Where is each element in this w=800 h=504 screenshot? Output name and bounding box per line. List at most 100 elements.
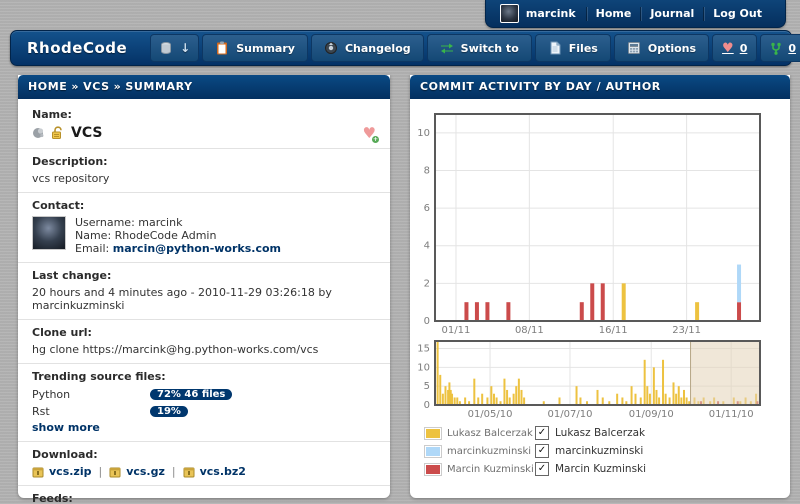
changelog-icon: [324, 41, 338, 55]
trending-label: Trending source files:: [32, 370, 376, 383]
name-section: Name: VCS ♥ +: [18, 99, 390, 149]
legend-row: marcinkuzminski ✓ marcinkuzminski: [424, 443, 646, 459]
description-text: vcs repository: [32, 172, 376, 185]
breadcrumb-separator: »: [110, 80, 126, 93]
activity-title: COMMIT ACTIVITY BY DAY / AUTHOR: [410, 75, 790, 99]
contact-email-link[interactable]: marcin@python-works.com: [113, 242, 281, 255]
home-link[interactable]: Home: [587, 7, 641, 20]
followers-counter[interactable]: ♥ 0: [712, 34, 757, 62]
breadcrumb-separator: »: [67, 80, 83, 93]
breadcrumb-repo[interactable]: VCS: [83, 80, 110, 93]
nav-options[interactable]: Options: [614, 34, 709, 62]
trending-row: Rst 19%: [32, 404, 376, 418]
nav-changelog-label: Changelog: [345, 42, 411, 55]
download-zip-link[interactable]: vcs.zip: [49, 465, 91, 478]
heart-icon: ♥: [722, 42, 734, 55]
legend-checkbox[interactable]: ✓: [535, 426, 549, 440]
legend-series-name: Marcin Kuzminski: [447, 464, 535, 475]
archive-icon: [109, 466, 121, 478]
last-change-text: 20 hours and 4 minutes ago - 2010-11-29 …: [32, 286, 376, 312]
trending-bar: 19%: [150, 406, 188, 417]
legend-checkbox-label: Lukasz Balcerzak: [555, 427, 645, 439]
forks-counter[interactable]: 0: [760, 34, 800, 62]
forks-count: 0: [788, 42, 796, 55]
follow-toggle[interactable]: ♥ +: [363, 126, 376, 141]
svg-text:01/05/10: 01/05/10: [468, 409, 513, 420]
logout-link[interactable]: Log Out: [704, 7, 771, 20]
description-section: Description: vcs repository: [18, 149, 390, 193]
contact-section: Contact: Username: marcink Name: RhodeCo…: [18, 193, 390, 263]
clone-url-label: Clone url:: [32, 326, 376, 339]
svg-text:08/11: 08/11: [515, 325, 544, 336]
repo-name: VCS: [71, 125, 102, 141]
download-bz2-link[interactable]: vcs.bz2: [200, 465, 246, 478]
breadcrumb-page[interactable]: SUMMARY: [125, 80, 192, 93]
nav-options-label: Options: [648, 42, 696, 55]
svg-text:01/11: 01/11: [442, 325, 471, 336]
svg-text:23/11: 23/11: [672, 325, 701, 336]
main-navbar: RhodeCode ↓ Summary Changelog: [10, 30, 792, 66]
contact-username: Username: marcink: [75, 216, 281, 229]
svg-text:16/11: 16/11: [599, 325, 628, 336]
summary-panel: HOME»VCS»SUMMARY Name: VCS ♥ + Descripti…: [18, 75, 390, 498]
feeds-section: Feeds: RSS Atom: [18, 486, 390, 504]
user-menu: marcink Home Journal Log Out: [485, 0, 786, 28]
nav-changelog[interactable]: Changelog: [311, 34, 424, 62]
username: marcink: [519, 7, 586, 20]
feeds-label: Feeds:: [32, 492, 376, 504]
svg-text:2: 2: [424, 278, 430, 289]
contact-label: Contact:: [32, 199, 376, 212]
fork-icon: [770, 42, 782, 55]
svg-text:0: 0: [424, 400, 430, 411]
trending-lang: Rst: [32, 405, 150, 418]
archive-icon: [32, 466, 44, 478]
legend-swatch-blue: [424, 445, 442, 458]
options-grid-icon: [627, 41, 641, 55]
followers-count: 0: [740, 42, 748, 55]
contact-name: Name: RhodeCode Admin: [75, 229, 281, 242]
legend-swatch-yellow: [424, 427, 442, 440]
svg-text:6: 6: [424, 203, 430, 214]
svg-text:01/11/10: 01/11/10: [709, 409, 754, 420]
journal-link[interactable]: Journal: [641, 7, 703, 20]
svg-text:4: 4: [424, 241, 430, 252]
legend-checkbox[interactable]: ✓: [535, 444, 549, 458]
svg-text:10: 10: [417, 128, 430, 139]
unlock-icon: [51, 126, 64, 140]
legend-row: Marcin Kuzminski ✓ Marcin Kuzminski: [424, 461, 646, 477]
legend-checkbox[interactable]: ✓: [535, 462, 549, 476]
clone-url-section: Clone url: hg clone https://marcink@hg.p…: [18, 320, 390, 364]
switch-arrows-icon: [440, 41, 454, 55]
divider: |: [96, 465, 104, 478]
svg-text:10: 10: [417, 362, 430, 373]
show-more-link[interactable]: show more: [32, 421, 100, 434]
svg-text:8: 8: [424, 165, 430, 176]
svg-text:01/09/10: 01/09/10: [629, 409, 674, 420]
legend-checkbox-label: marcinkuzminski: [555, 445, 643, 457]
svg-text:01/07/10: 01/07/10: [548, 409, 593, 420]
hg-icon: [32, 126, 46, 140]
name-label: Name:: [32, 108, 376, 121]
nav-switch-to[interactable]: Switch to: [427, 34, 532, 62]
trending-row: Python 72% 46 files: [32, 387, 376, 401]
breadcrumb: HOME»VCS»SUMMARY: [18, 75, 390, 99]
commit-activity-panel: COMMIT ACTIVITY BY DAY / AUTHOR 0 2 4 6 8 10 0…: [410, 75, 790, 498]
nav-summary[interactable]: Summary: [202, 34, 308, 62]
brand-logo[interactable]: RhodeCode: [11, 39, 147, 57]
nav-switch-to-label: Switch to: [461, 42, 519, 55]
clone-url-text: hg clone https://marcink@hg.python-works…: [32, 343, 376, 356]
trending-section: Trending source files: Python 72% 46 fil…: [18, 364, 390, 442]
nav-files[interactable]: Files: [535, 34, 611, 62]
commit-activity-charts[interactable]: 024681001/1108/1116/1123/1105101501/05/1…: [410, 99, 790, 421]
description-label: Description:: [32, 155, 376, 168]
archive-icon: [183, 466, 195, 478]
repo-quick-switcher[interactable]: ↓: [150, 34, 199, 62]
contact-avatar: [32, 216, 66, 250]
download-gz-link[interactable]: vcs.gz: [126, 465, 165, 478]
trending-bar: 72% 46 files: [150, 389, 232, 400]
user-avatar: [500, 4, 519, 23]
last-change-label: Last change:: [32, 269, 376, 282]
breadcrumb-home[interactable]: HOME: [28, 80, 67, 93]
last-change-section: Last change: 20 hours and 4 minutes ago …: [18, 263, 390, 320]
svg-text:5: 5: [424, 381, 430, 392]
